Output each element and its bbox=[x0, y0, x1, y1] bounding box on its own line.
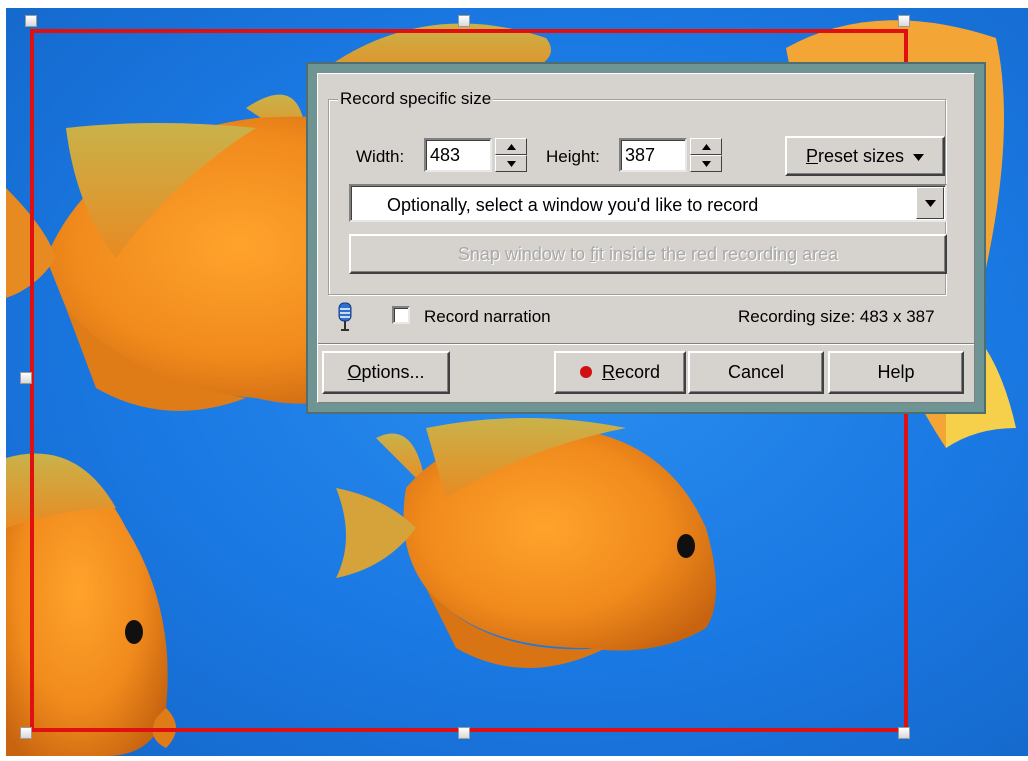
height-label: Height: bbox=[546, 147, 600, 166]
options-button[interactable]: Options... bbox=[322, 351, 450, 394]
record-narration-label: Record narration bbox=[424, 307, 551, 326]
arrow-up-icon bbox=[507, 144, 516, 150]
resize-handle-bottom-right[interactable] bbox=[898, 727, 910, 739]
width-label: Width: bbox=[356, 147, 405, 166]
triangle-down-icon bbox=[925, 200, 936, 207]
snap-text-post: it inside the red recording area bbox=[594, 244, 839, 264]
preset-sizes-button[interactable]: Preset sizes bbox=[785, 136, 945, 176]
record-dialog: Record specific size Width: 483 Height: … bbox=[306, 62, 986, 414]
arrow-down-icon bbox=[702, 161, 711, 167]
width-spinner bbox=[495, 138, 527, 172]
triangle-down-icon bbox=[913, 153, 925, 161]
width-spin-down-button[interactable] bbox=[495, 155, 527, 172]
help-button[interactable]: Help bbox=[828, 351, 964, 394]
microphone-icon bbox=[338, 302, 352, 331]
dropdown-arrow-button[interactable] bbox=[916, 187, 944, 219]
record-narration-checkbox[interactable] bbox=[392, 306, 410, 324]
record-label-rest: ecord bbox=[614, 362, 661, 382]
resize-handle-middle-left[interactable] bbox=[20, 372, 32, 384]
resize-handle-top-center[interactable] bbox=[458, 15, 470, 27]
record-mnemonic: R bbox=[601, 362, 615, 382]
snap-window-button: Snap window to fit inside the red record… bbox=[349, 234, 947, 274]
record-button[interactable]: Record bbox=[554, 351, 686, 394]
window-select-dropdown[interactable]: Optionally, select a window you'd like t… bbox=[349, 184, 947, 222]
arrow-up-icon bbox=[702, 144, 711, 150]
height-spin-up-button[interactable] bbox=[690, 138, 722, 155]
height-spinner bbox=[690, 138, 722, 172]
resize-handle-bottom-left[interactable] bbox=[20, 727, 32, 739]
options-mnemonic: O bbox=[347, 362, 362, 382]
preset-label-rest: reset sizes bbox=[817, 146, 905, 166]
record-dot-icon bbox=[579, 365, 592, 378]
group-title: Record specific size bbox=[338, 89, 494, 108]
width-input[interactable]: 483 bbox=[424, 138, 492, 172]
options-label-rest: ptions... bbox=[361, 362, 425, 382]
window-select-text: Optionally, select a window you'd like t… bbox=[387, 195, 759, 215]
width-spin-up-button[interactable] bbox=[495, 138, 527, 155]
cancel-button[interactable]: Cancel bbox=[688, 351, 824, 394]
dialog-panel: Record specific size Width: 483 Height: … bbox=[317, 73, 975, 403]
height-spin-down-button[interactable] bbox=[690, 155, 722, 172]
arrow-down-icon bbox=[507, 161, 516, 167]
preset-mnemonic: P bbox=[805, 146, 818, 166]
height-input[interactable]: 387 bbox=[619, 138, 687, 172]
resize-handle-bottom-center[interactable] bbox=[458, 727, 470, 739]
snap-text-pre: Snap window to bbox=[457, 244, 590, 264]
resize-handle-top-right[interactable] bbox=[898, 15, 910, 27]
recording-size-text: Recording size: 483 x 387 bbox=[738, 307, 935, 326]
resize-handle-top-left[interactable] bbox=[25, 15, 37, 27]
dialog-separator bbox=[318, 343, 974, 345]
